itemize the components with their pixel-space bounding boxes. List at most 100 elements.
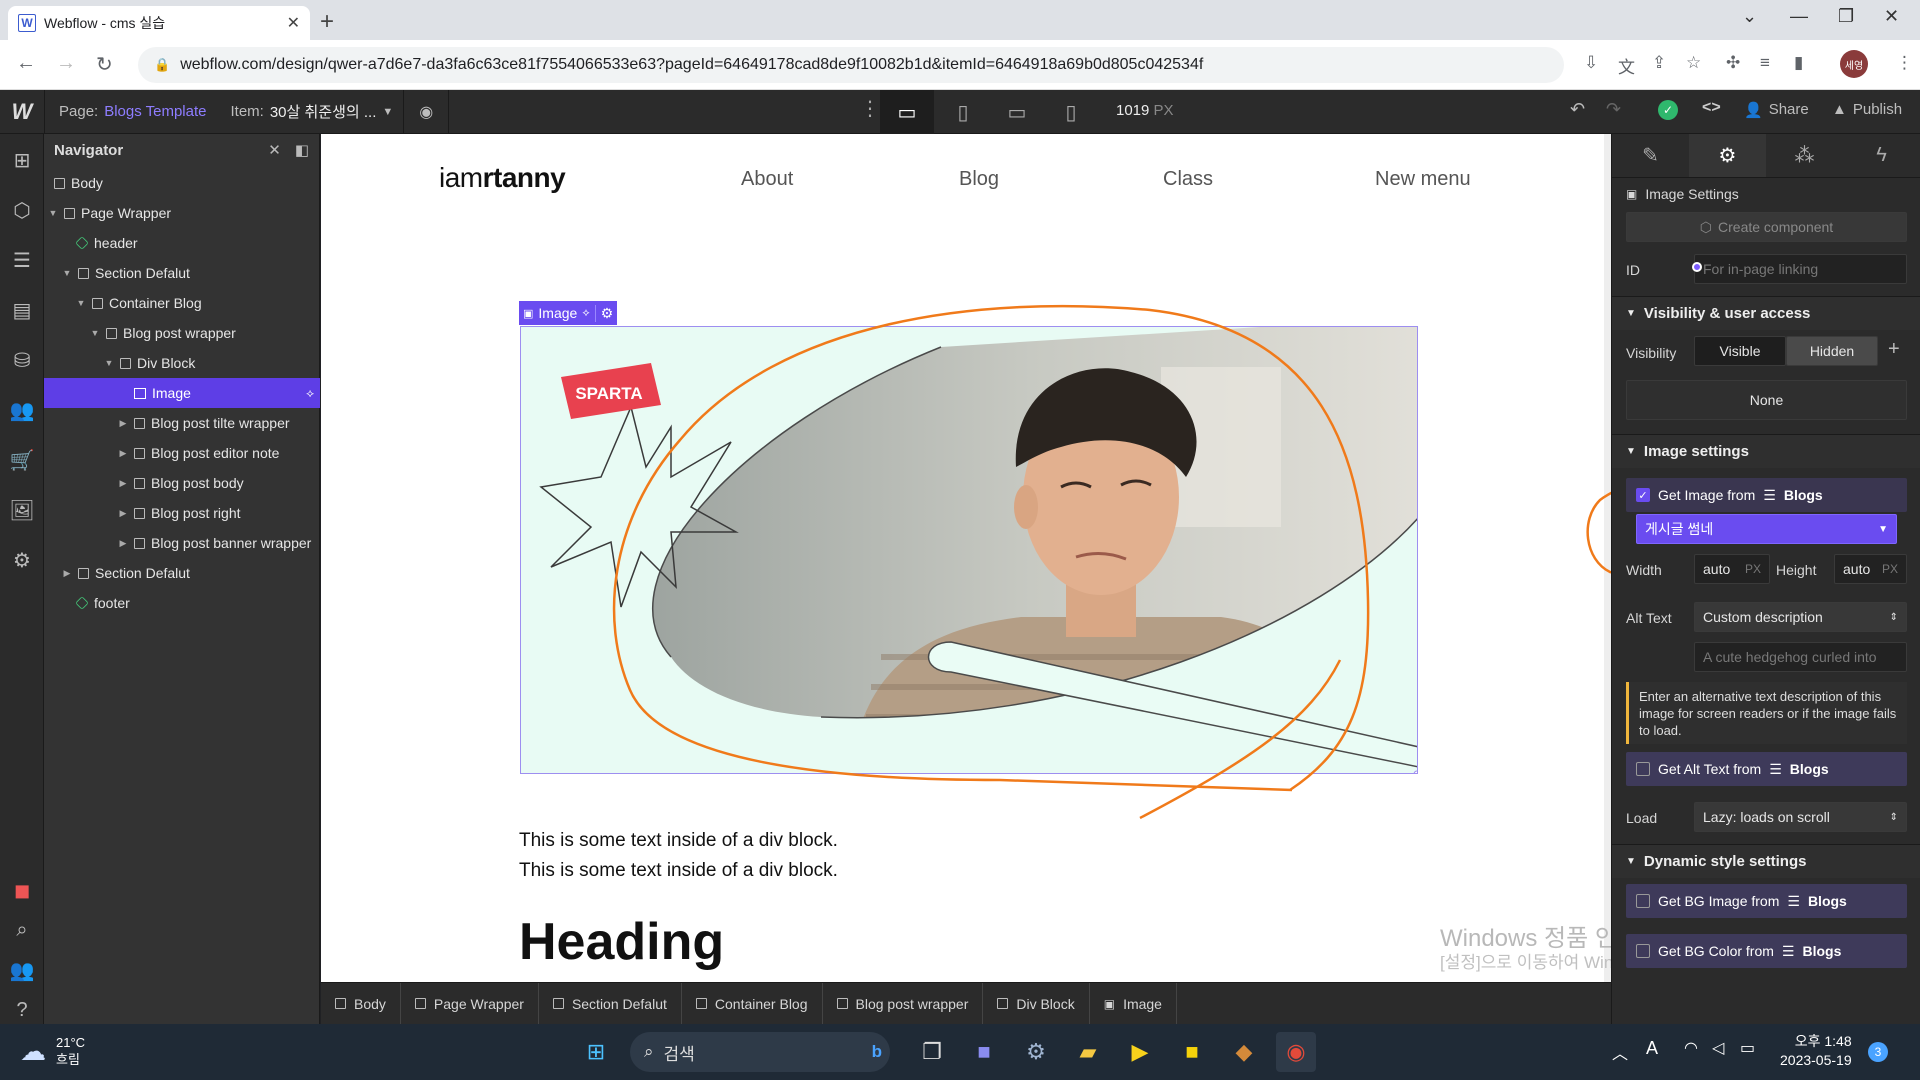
create-component-button[interactable]: ⬡ Create component [1626, 212, 1907, 242]
notification-badge[interactable]: 3 [1868, 1042, 1888, 1062]
tree-node-blog-post-editor-note[interactable]: ▶ Blog post editor note [44, 438, 320, 468]
tree-node-page-wrapper[interactable]: ▼ Page Wrapper [44, 198, 320, 228]
redo-icon[interactable]: ↷ [1606, 99, 1621, 120]
volume-icon[interactable]: ◁ [1712, 1038, 1724, 1058]
close-window-button[interactable]: ✕ [1884, 6, 1899, 27]
tree-node-blog-post-wrapper[interactable]: ▼ Blog post wrapper [44, 318, 320, 348]
preview-eye-icon[interactable]: ◉ [404, 102, 448, 122]
media-player-icon[interactable]: ▶ [1120, 1032, 1160, 1072]
navigator-icon[interactable]: ☰ [0, 240, 44, 280]
taskbar-search[interactable]: ⌕ 검색 b [630, 1032, 890, 1072]
app-icon[interactable]: ◆ [1224, 1032, 1264, 1072]
cms-icon[interactable]: ⛁ [0, 340, 44, 380]
page-selector[interactable]: Page: Blogs Template [45, 103, 221, 120]
breakpoint-tablet-icon[interactable]: ▯ [936, 90, 990, 134]
bound-field-select[interactable]: 게시글 썸네 ▼ [1636, 514, 1897, 544]
tree-node-container-blog[interactable]: ▼ Container Blog [44, 288, 320, 318]
alt-text-select[interactable]: Custom description ⇕ [1694, 602, 1907, 632]
nav-link-about[interactable]: About [741, 168, 793, 191]
tab-search-icon[interactable]: ⌄ [1742, 6, 1757, 27]
settings-gear-icon[interactable]: ⚙ [1689, 134, 1766, 177]
share-icon[interactable]: ⇪ [1652, 53, 1666, 73]
get-alt-text-from-row[interactable]: Get Alt Text from ☰ Blogs [1626, 752, 1907, 786]
ecommerce-icon[interactable]: 🛒 [0, 440, 44, 480]
load-select[interactable]: Lazy: loads on scroll ⇕ [1694, 802, 1907, 832]
dynamic-style-section-header[interactable]: ▼ Dynamic style settings [1612, 844, 1920, 878]
image-settings-section-header[interactable]: ▼ Image settings [1612, 434, 1920, 468]
close-tab-icon[interactable]: ✕ [287, 13, 300, 33]
breadcrumb-page-wrapper[interactable]: Page Wrapper [401, 982, 539, 1025]
publish-button[interactable]: ▲ Publish [1832, 101, 1902, 118]
caret-right-icon[interactable]: ▶ [62, 568, 72, 579]
task-view-icon[interactable]: ❐ [912, 1032, 952, 1072]
visibility-section-header[interactable]: ▼ Visibility & user access [1612, 296, 1920, 330]
checkbox-checked-icon[interactable]: ✓ [1636, 488, 1650, 502]
share-button[interactable]: 👤 Share [1744, 101, 1809, 119]
search-icon[interactable]: ⌕ [0, 910, 44, 950]
style-brush-icon[interactable]: ✎ [1612, 134, 1689, 177]
tree-node-section-defalut-2[interactable]: ▶ Section Defalut [44, 558, 320, 588]
extensions-icon[interactable]: ✣ [1726, 53, 1740, 73]
caret-right-icon[interactable]: ▶ [118, 508, 128, 519]
hidden-toggle[interactable]: Hidden [1786, 336, 1878, 366]
new-tab-button[interactable]: + [320, 8, 334, 36]
site-logo[interactable]: iamrtanny [439, 162, 566, 194]
tree-node-body[interactable]: Body [44, 168, 320, 198]
battery-icon[interactable]: ▭ [1740, 1038, 1755, 1058]
sticky-notes-icon[interactable]: ■ [1172, 1032, 1212, 1072]
collaborators-icon[interactable]: 👥 [0, 950, 44, 990]
chrome-menu-icon[interactable]: ⋮ [1896, 53, 1913, 73]
minimize-button[interactable]: — [1790, 6, 1808, 27]
caret-down-icon[interactable]: ▼ [62, 268, 72, 278]
pin-panel-icon[interactable]: ◧ [295, 141, 309, 159]
status-ok-icon[interactable]: ✓ [1658, 100, 1678, 120]
content-heading[interactable]: Heading [519, 912, 724, 972]
back-icon[interactable]: ← [16, 52, 36, 75]
profile-avatar[interactable]: 세영 [1840, 50, 1868, 78]
more-options-icon[interactable]: ⋮ [860, 96, 880, 121]
nav-link-blog[interactable]: Blog [959, 168, 999, 191]
tree-node-header[interactable]: header [44, 228, 320, 258]
assets-icon[interactable]: 🖼 [0, 490, 44, 530]
reload-icon[interactable]: ↻ [96, 52, 113, 77]
code-icon[interactable]: <> [1702, 99, 1721, 117]
checkbox-icon[interactable] [1636, 944, 1650, 958]
wifi-icon[interactable]: ◠ [1684, 1038, 1698, 1058]
settings-icon[interactable]: ⚙ [0, 540, 44, 580]
nav-link-new-menu[interactable]: New menu [1375, 168, 1471, 191]
tree-node-image[interactable]: Image ⟡ [44, 378, 320, 408]
file-explorer-icon[interactable]: ▰ [1068, 1032, 1108, 1072]
tree-node-blog-post-body[interactable]: ▶ Blog post body [44, 468, 320, 498]
breakpoint-desktop-icon[interactable]: ▭ [880, 90, 934, 134]
design-canvas[interactable]: iamrtanny About Blog Class New menu ▣ Im… [321, 134, 1611, 982]
blog-thumbnail-image[interactable]: SPARTA [520, 326, 1418, 774]
weather-widget[interactable]: ☁ 21°C 흐림 [20, 1034, 85, 1068]
get-bg-image-from-row[interactable]: Get BG Image from ☰ Blogs [1626, 884, 1907, 918]
caret-right-icon[interactable]: ▶ [118, 538, 128, 549]
caret-right-icon[interactable]: ▶ [118, 478, 128, 489]
clock[interactable]: 오후 1:48 2023-05-19 [1780, 1032, 1852, 1070]
reading-list-icon[interactable]: ≡ [1760, 53, 1770, 73]
style-manager-icon[interactable]: ⁂ [1766, 134, 1843, 177]
restore-button[interactable]: ❐ [1838, 6, 1854, 27]
tree-node-blog-post-right[interactable]: ▶ Blog post right [44, 498, 320, 528]
caret-down-icon[interactable]: ▼ [90, 328, 100, 338]
settings-app-icon[interactable]: ⚙ [1016, 1032, 1056, 1072]
browser-tab[interactable]: W Webflow - cms 실습 ✕ [8, 6, 310, 40]
components-icon[interactable]: ⬡ [0, 190, 44, 230]
pages-icon[interactable]: ▤ [0, 290, 44, 330]
interactions-bolt-icon[interactable]: ϟ [1843, 134, 1920, 177]
forward-icon[interactable]: → [56, 52, 76, 75]
collapse-icon[interactable]: ✕ [268, 141, 281, 159]
undo-icon[interactable]: ↶ [1570, 99, 1585, 120]
width-input[interactable]: auto PX [1694, 554, 1770, 584]
add-elements-icon[interactable]: ⊞ [0, 140, 44, 180]
webflow-logo-icon[interactable]: W [0, 90, 44, 134]
height-input[interactable]: auto PX [1834, 554, 1907, 584]
visible-toggle[interactable]: Visible [1694, 336, 1786, 366]
tree-node-div-block[interactable]: ▼ Div Block [44, 348, 320, 378]
breakpoint-mobile-icon[interactable]: ▯ [1044, 90, 1098, 134]
body-paragraph[interactable]: This is some text inside of a div block.… [519, 826, 838, 886]
side-panel-icon[interactable]: ▮ [1794, 53, 1803, 73]
id-input[interactable]: For in-page linking [1694, 254, 1907, 284]
